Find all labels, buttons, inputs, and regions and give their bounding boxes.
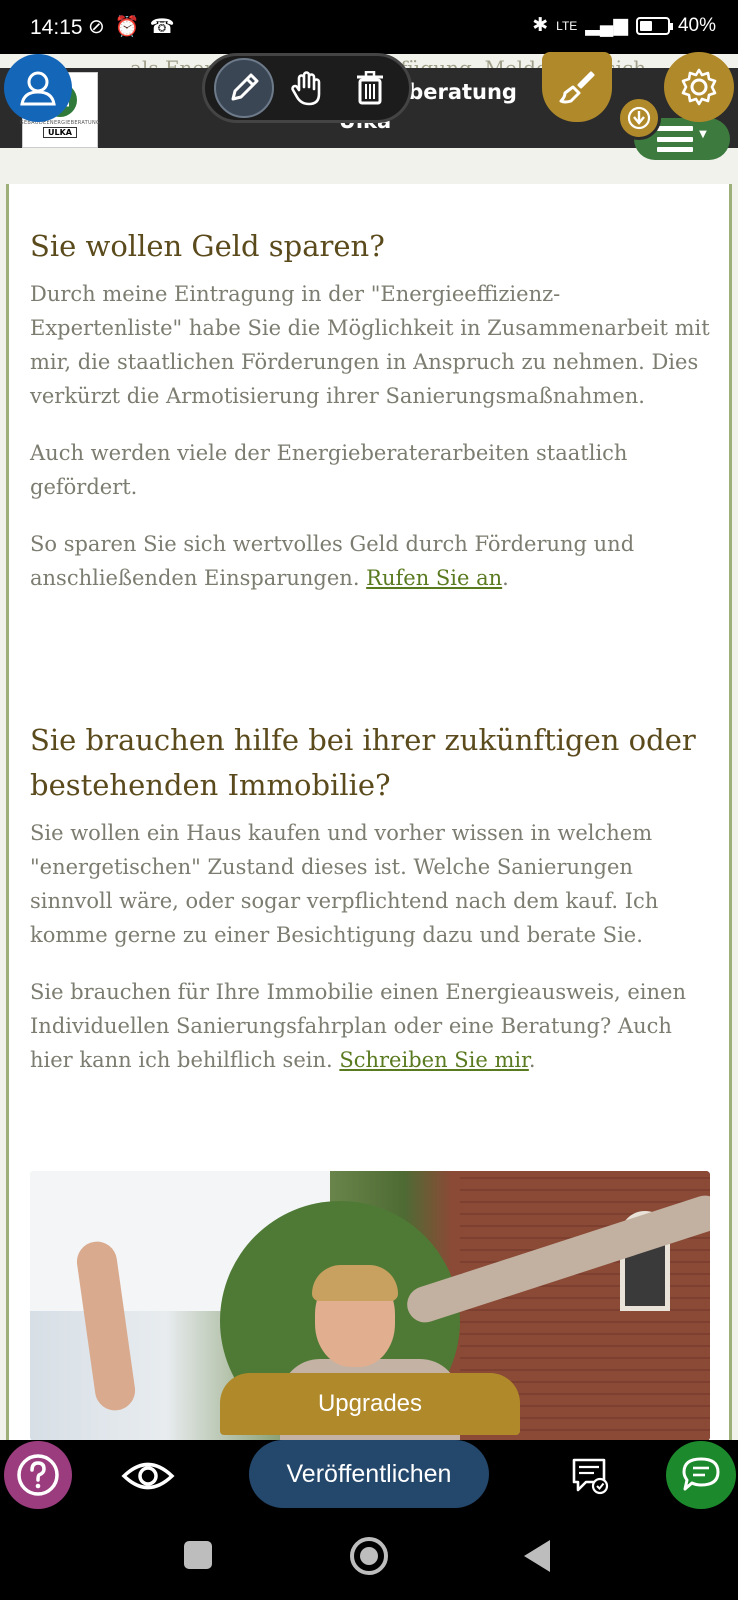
section-paragraph: Auch werden viele der Energieberaterarbe… [30,441,628,499]
paragraph-end: . [502,566,509,590]
help-button[interactable] [4,1441,72,1509]
section-heading: Sie brauchen hilfe bei ihrer zukünftigen… [30,723,696,802]
muted-icon: ⊘ [88,16,105,38]
recents-button[interactable] [184,1541,212,1569]
edit-tool-button[interactable] [214,58,275,118]
chat-button[interactable] [666,1441,736,1509]
paintbrush-icon [559,71,595,104]
call-link[interactable]: Rufen Sie an [366,566,502,590]
download-button[interactable] [617,96,661,140]
status-bar: 14:15 ⊘ ⏰ ☎ ✱ LTE ▂▄▆ 40% [0,0,738,54]
delete-tool-button[interactable] [340,58,400,118]
alarm-icon: ⏰ [114,16,140,38]
section-property-help[interactable]: Sie brauchen hilfe bei ihrer zukünftigen… [30,718,710,1077]
section-paragraph: Sie wollen ein Haus kaufen und vorher wi… [30,821,659,947]
download-icon [627,106,651,130]
trash-icon [356,71,383,105]
preview-button[interactable] [118,1454,178,1498]
bluetooth-icon: ✱ [532,15,549,36]
paragraph-text: So sparen Sie sich wertvolles Geld durch… [30,532,635,590]
signal-icon: ▂▄▆ [585,15,628,36]
logo-badge: ULKA [43,126,77,138]
help-icon [17,1454,59,1496]
review-button[interactable] [566,1452,614,1500]
home-button[interactable] [350,1537,388,1575]
eye-icon [121,1462,175,1490]
section-paragraph: Sie brauchen für Ihre Immobilie einen En… [30,975,710,1077]
section-paragraph: Durch meine Eintragung in der "Energieef… [30,282,710,408]
user-icon [20,71,56,106]
caret-down-icon: ▼ [699,128,707,140]
gear-icon [681,68,717,106]
upgrades-button[interactable]: Upgrades [220,1373,520,1435]
section-paragraph: So sparen Sie sich wertvolles Geld durch… [30,527,710,595]
move-tool-button[interactable] [277,58,337,118]
pencil-icon [231,73,259,101]
hamburger-icon [657,126,694,152]
battery-icon [635,16,673,35]
hand-icon [291,71,321,106]
section-save-money[interactable]: Sie wollen Geld sparen? Durch meine Eint… [30,224,710,595]
chat-icon [682,1457,720,1491]
write-me-link[interactable]: Schreiben Sie mir [339,1048,529,1072]
missed-call-icon: ☎ [149,16,175,38]
paragraph-end: . [528,1048,536,1072]
edit-mode-toolbar [202,53,412,123]
settings-button[interactable] [664,52,734,122]
network-type: LTE [556,18,578,33]
back-button[interactable] [524,1540,550,1572]
review-icon [572,1458,609,1495]
status-right: ✱ LTE ▂▄▆ 40% [532,14,716,37]
status-notification-icons: ⊘ ⏰ ☎ [88,14,175,39]
design-button[interactable] [542,52,612,122]
battery-level: 40% [677,14,716,36]
publish-button[interactable]: Veröffentlichen [249,1440,489,1508]
account-button[interactable] [4,54,72,122]
section-heading: Sie wollen Geld sparen? [30,229,385,263]
status-time: 14:15 [30,16,83,39]
